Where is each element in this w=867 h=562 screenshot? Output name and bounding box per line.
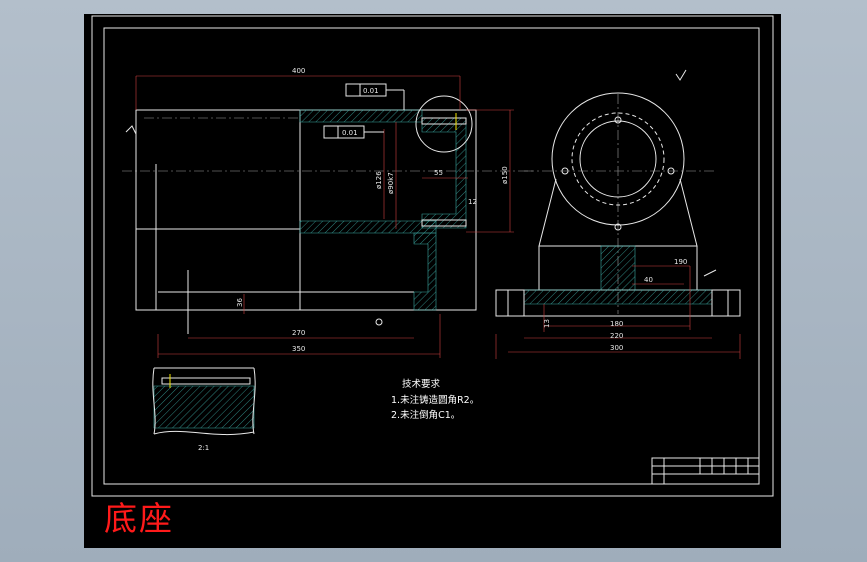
dim-150: ø150 — [501, 166, 509, 184]
tech-requirement-2: 2.未注倒角C1。 — [391, 409, 460, 421]
drawing-title: 底座 — [104, 499, 174, 538]
detail-scale-label: 2:1 — [198, 444, 209, 452]
dim-126: ø126 — [375, 171, 383, 189]
engineering-drawing: 400 270 350 36 ø126 ø90k7 55 ø150 12 0.0… — [91, 15, 774, 497]
title-block — [651, 457, 760, 485]
tolerance-2: 0.01 — [342, 129, 358, 137]
dim-190: 190 — [674, 258, 687, 266]
dim-40: 40 — [644, 276, 653, 284]
front-section-view — [122, 75, 534, 358]
dim-12: 12 — [468, 198, 477, 206]
detail-view — [152, 367, 256, 436]
dim-400: 400 — [292, 67, 305, 75]
dim-270: 270 — [292, 329, 305, 337]
dim-180: 180 — [610, 320, 623, 328]
dim-220: 220 — [610, 332, 623, 340]
tech-requirements-heading: 技术要求 — [402, 378, 441, 390]
dim-13: 13 — [543, 319, 551, 328]
dim-55: 55 — [434, 169, 443, 177]
side-view — [495, 69, 741, 359]
tech-requirement-1: 1.未注铸造圆角R2。 — [391, 394, 479, 406]
dim-36: 36 — [236, 298, 244, 307]
dim-350: 350 — [292, 345, 305, 353]
tolerance-1: 0.01 — [363, 87, 379, 95]
dim-90: ø90k7 — [387, 172, 395, 194]
dim-300: 300 — [610, 344, 623, 352]
